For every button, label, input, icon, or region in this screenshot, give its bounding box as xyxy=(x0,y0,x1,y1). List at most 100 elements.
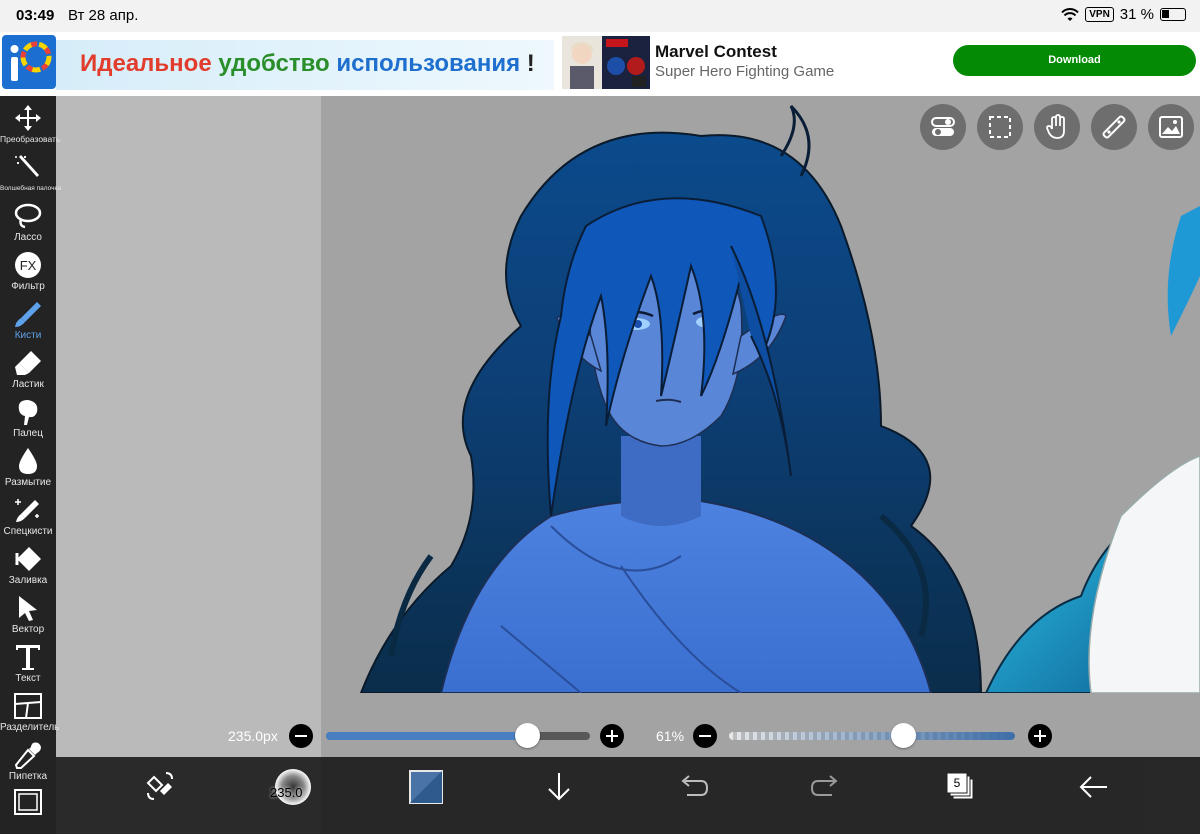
status-indicators: VPN 31 % xyxy=(1061,6,1186,23)
ad-slogan: Идеальное удобство использования ! xyxy=(56,40,554,90)
brush-icon xyxy=(15,302,41,327)
opacity-slider-handle[interactable] xyxy=(891,723,917,748)
tool-vector[interactable]: Вектор xyxy=(0,590,56,639)
app-logo-icon xyxy=(2,35,56,89)
tool-label: Текст xyxy=(15,673,41,684)
battery-icon xyxy=(1160,8,1186,21)
tool-label: Вектор xyxy=(11,624,45,635)
tool-magic-wand[interactable]: Волшебная палочка xyxy=(0,149,62,198)
layer-down-button[interactable] xyxy=(539,767,579,807)
brush-size-slider-handle[interactable] xyxy=(514,723,540,748)
brush-size-value: 235.0px xyxy=(228,728,278,744)
status-bar: 03:49 Вт 28 апр. VPN 31 % xyxy=(0,0,1200,32)
opacity-decrease-button[interactable] xyxy=(693,724,717,748)
tool-label: Спецкисти xyxy=(3,526,53,537)
vpn-badge: VPN xyxy=(1085,7,1114,22)
svg-text:FX: FX xyxy=(20,258,37,273)
color-swatch-button[interactable] xyxy=(406,767,446,807)
hand-button[interactable] xyxy=(1034,104,1080,150)
ad-game-thumbnail xyxy=(562,36,650,89)
ad-subtitle: Super Hero Fighting Game xyxy=(655,63,835,80)
wifi-icon xyxy=(1061,7,1079,21)
ad-banner[interactable]: Идеальное удобство использования ! Marve… xyxy=(0,32,1200,96)
arrow-left-icon xyxy=(1079,776,1107,798)
tool-frame-divider[interactable]: Разделитель xyxy=(0,688,60,737)
fx-icon: FX xyxy=(15,252,41,278)
tool-filter[interactable]: FX Фильтр xyxy=(0,247,56,296)
tool-label: Пипетка xyxy=(8,771,48,782)
tool-eyedropper[interactable]: Пипетка xyxy=(0,737,56,786)
selection-icon xyxy=(989,116,1011,138)
tool-lasso[interactable]: Лассо xyxy=(0,198,56,247)
drawing-canvas[interactable] xyxy=(321,96,1200,757)
redo-button[interactable] xyxy=(806,767,846,807)
layers-count: 5 xyxy=(953,776,961,790)
tool-special-brush[interactable]: Спецкисти xyxy=(0,492,56,541)
lasso-icon xyxy=(14,203,42,229)
ad-title: Marvel Contest xyxy=(655,42,777,61)
canvas-gutter xyxy=(56,96,321,757)
battery-percent: 31 % xyxy=(1119,6,1154,23)
ad-slogan-word: Идеальное xyxy=(80,50,212,77)
canvas-icon xyxy=(14,789,42,815)
tools-sidebar: Преобразовать Волшебная палочка Лассо FX… xyxy=(0,96,62,834)
bottom-toolbar: 235.0 5 xyxy=(56,757,1200,834)
opacity-value: 61% xyxy=(656,728,685,744)
tool-label: Разделитель xyxy=(0,722,60,733)
tool-label: Лассо xyxy=(14,232,42,243)
brush-size-track[interactable] xyxy=(326,732,590,740)
eraser-icon xyxy=(15,351,41,375)
undo-button[interactable] xyxy=(673,767,713,807)
fill-icon xyxy=(15,547,41,571)
tool-label: Заливка xyxy=(8,575,48,586)
blur-icon xyxy=(19,448,37,474)
ad-download-button[interactable]: Download xyxy=(953,45,1196,76)
opacity-increase-button[interactable] xyxy=(1028,724,1052,748)
tool-eraser[interactable]: Ластик xyxy=(0,345,56,394)
back-button[interactable] xyxy=(1073,767,1113,807)
tool-text[interactable]: Текст xyxy=(0,639,56,688)
special-brush-icon xyxy=(15,499,39,522)
tool-label: Размытие xyxy=(4,477,52,488)
tool-label: Волшебная палочка xyxy=(0,185,62,192)
tool-fill[interactable]: Заливка xyxy=(0,541,56,590)
tool-label: Кисти xyxy=(14,330,42,341)
status-time: 03:49 xyxy=(16,7,55,24)
ad-slogan-word: удобство xyxy=(218,50,330,77)
swap-tool-button[interactable] xyxy=(140,767,180,807)
tool-smudge[interactable]: Палец xyxy=(0,394,56,443)
frame-divider-icon xyxy=(14,693,42,719)
ruler-button[interactable] xyxy=(1091,104,1137,150)
tool-brush[interactable]: Кисти xyxy=(0,296,56,345)
eyedropper-icon xyxy=(14,742,41,769)
brush-size-label: 235.0 xyxy=(270,785,303,800)
tool-canvas[interactable] xyxy=(0,784,56,833)
tool-transform[interactable]: Преобразовать xyxy=(0,100,61,149)
layers-button[interactable]: 5 xyxy=(939,767,979,807)
color-swatch-icon xyxy=(409,770,443,804)
artwork xyxy=(321,104,1200,757)
ad-slogan-word: использования xyxy=(336,50,521,77)
brush-size-decrease-button[interactable] xyxy=(289,724,313,748)
image-icon xyxy=(1159,116,1183,138)
ruler-icon xyxy=(1102,115,1126,139)
smudge-icon xyxy=(18,400,38,425)
opacity-track[interactable] xyxy=(729,732,1015,740)
status-date: Вт 28 апр. xyxy=(68,7,139,24)
hand-icon xyxy=(1046,114,1065,139)
move-icon xyxy=(15,105,41,131)
tool-label: Преобразовать xyxy=(0,134,61,144)
magic-wand-icon xyxy=(15,155,39,177)
ad-slogan-word: ! xyxy=(526,50,535,77)
toggle-settings-button[interactable] xyxy=(920,104,966,150)
selection-button[interactable] xyxy=(977,104,1023,150)
vector-icon xyxy=(19,596,37,621)
reference-image-button[interactable] xyxy=(1148,104,1194,150)
tool-label: Фильтр xyxy=(11,281,45,292)
brush-size-increase-button[interactable] xyxy=(600,724,624,748)
undo-icon xyxy=(681,775,709,796)
arrow-down-icon xyxy=(548,773,570,801)
toggle-icon xyxy=(931,117,955,136)
tool-blur[interactable]: Размытие xyxy=(0,443,56,492)
swap-brush-eraser-icon xyxy=(146,772,173,800)
